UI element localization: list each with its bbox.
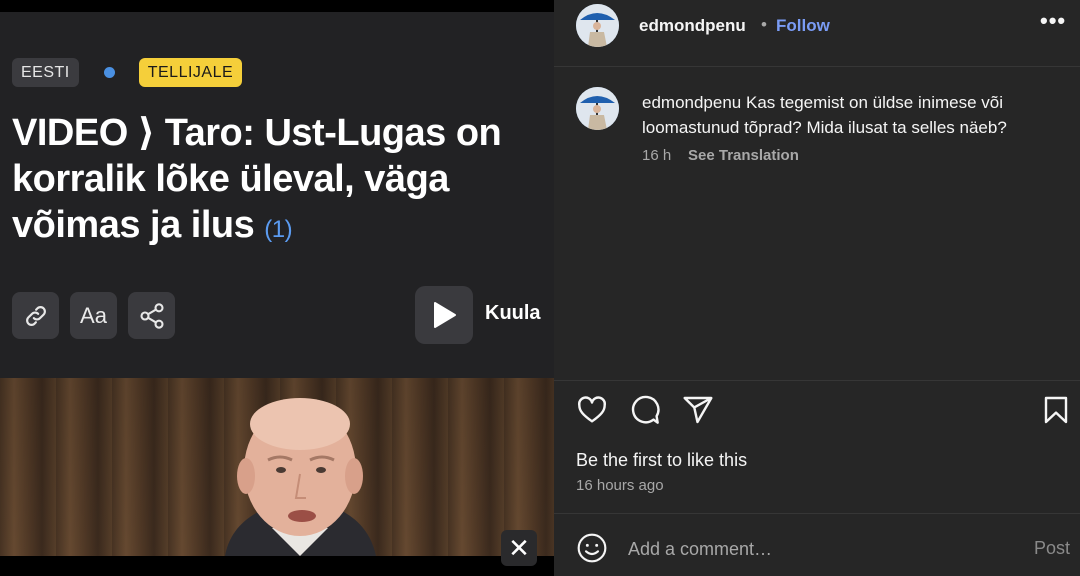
- share-button[interactable]: [128, 292, 175, 339]
- follow-button[interactable]: Follow: [776, 16, 830, 36]
- person-photo: [225, 398, 376, 556]
- heart-icon[interactable]: [576, 394, 608, 426]
- avatar-image: [576, 87, 619, 130]
- font-size-icon: Aa: [80, 302, 107, 328]
- live-dot-icon: [103, 67, 115, 78]
- comment-username[interactable]: edmondpenu: [642, 93, 741, 112]
- header-avatar[interactable]: [576, 4, 619, 47]
- header-bullet: •: [761, 15, 767, 34]
- actions-divider: [554, 380, 1080, 381]
- article-panel: EESTI TELLIJALE VIDEO ⟩ Taro: Ust-Lugas …: [0, 0, 554, 576]
- language-tag[interactable]: EESTI: [12, 58, 79, 87]
- instagram-panel: edmondpenu • Follow ••• edmondpenu Kas t…: [554, 0, 1080, 576]
- post-button[interactable]: Post: [1034, 538, 1070, 559]
- post-timestamp: 16 hours ago: [576, 477, 664, 494]
- tag-row: EESTI TELLIJALE: [12, 58, 243, 87]
- play-icon: [434, 302, 456, 328]
- emoji-icon[interactable]: [576, 532, 608, 564]
- close-icon: ✕: [508, 533, 530, 563]
- bookmark-icon[interactable]: [1040, 394, 1072, 426]
- article-header: EESTI TELLIJALE VIDEO ⟩ Taro: Ust-Lugas …: [0, 12, 554, 378]
- article-photo: [0, 378, 554, 556]
- close-ad-button[interactable]: ✕: [501, 530, 537, 566]
- likes-summary: Be the first to like this: [576, 450, 748, 470]
- header-username[interactable]: edmondpenu: [639, 16, 746, 36]
- listen-label[interactable]: Kuula: [485, 302, 541, 325]
- share-icon: [139, 302, 164, 329]
- screen: EESTI TELLIJALE VIDEO ⟩ Taro: Ust-Lugas …: [0, 0, 1080, 576]
- send-icon[interactable]: [682, 394, 714, 426]
- bottom-bar: [0, 556, 554, 576]
- comment-time: 16 h: [642, 147, 672, 164]
- more-options-button[interactable]: •••: [1040, 8, 1066, 34]
- input-divider: [554, 513, 1080, 514]
- top-bar: [0, 0, 554, 12]
- article-headline: VIDEO ⟩ Taro: Ust-Lugas on korralik lõke…: [12, 110, 532, 253]
- comment-input[interactable]: [628, 536, 1008, 562]
- comment-icon[interactable]: [629, 394, 661, 426]
- avatar-image: [576, 4, 619, 47]
- link-icon: [25, 305, 46, 326]
- header-divider: [554, 66, 1080, 67]
- comment-count-link[interactable]: (1): [264, 216, 292, 243]
- listen-play-button[interactable]: [415, 286, 473, 344]
- comment-avatar[interactable]: [576, 87, 619, 130]
- caption-comment: edmondpenu Kas tegemist on üldse inimese…: [642, 90, 1062, 140]
- see-translation-button[interactable]: See Translation: [688, 147, 799, 164]
- copy-link-button[interactable]: [12, 292, 59, 339]
- font-size-button[interactable]: Aa: [70, 292, 117, 339]
- subscriber-tag[interactable]: TELLIJALE: [138, 58, 243, 87]
- headline-text: VIDEO ⟩ Taro: Ust-Lugas on korralik lõke…: [12, 112, 502, 246]
